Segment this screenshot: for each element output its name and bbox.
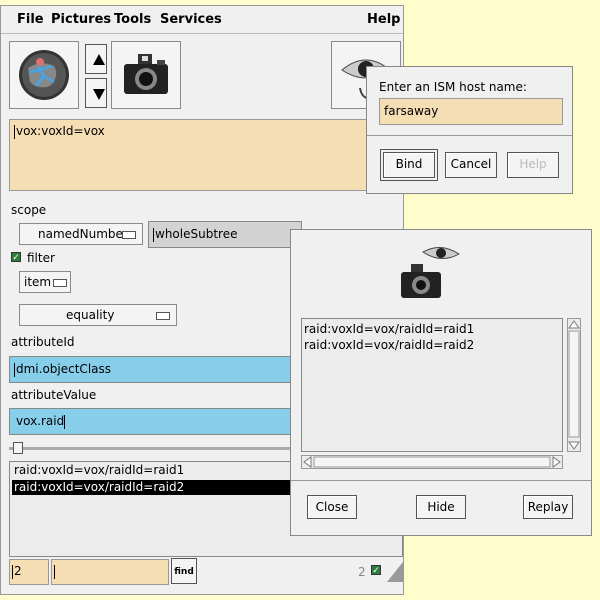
dialog-divider xyxy=(291,480,591,481)
scope-label: scope xyxy=(11,203,47,217)
result-item-1[interactable]: raid:voxId=vox/raidId=raid1 xyxy=(12,463,186,478)
result-dialog-item-1[interactable]: raid:voxId=vox/raidId=raid1 xyxy=(304,322,474,336)
dialog-divider xyxy=(367,135,572,136)
find-button[interactable]: find xyxy=(171,558,197,584)
hide-button[interactable]: Hide xyxy=(416,495,466,519)
option-menu-icon xyxy=(156,312,170,320)
attribute-id-text: dmi.objectClass xyxy=(16,362,112,376)
scroll-arrows-icon xyxy=(568,320,580,450)
cancel-button[interactable]: Cancel xyxy=(445,152,497,178)
text-cursor xyxy=(64,414,66,429)
filter-label: filter xyxy=(27,251,55,265)
text-cursor xyxy=(12,564,13,579)
result-dialog-item-2[interactable]: raid:voxId=vox/raidId=raid2 xyxy=(304,338,474,352)
replay-button[interactable]: Replay xyxy=(523,495,573,519)
find-button-label: find xyxy=(174,567,194,577)
count-field[interactable]: 2 xyxy=(9,559,49,585)
help-button[interactable]: Help xyxy=(507,152,559,178)
bind-button[interactable]: Bind xyxy=(380,149,438,181)
attribute-value-text: vox.raid xyxy=(16,414,65,428)
arrow-down-icon xyxy=(93,89,105,100)
option-menu-icon xyxy=(53,279,67,287)
menu-help[interactable]: Help xyxy=(367,12,400,27)
filter-match-value: equality xyxy=(66,308,115,322)
host-name-input[interactable]: farsaway xyxy=(379,98,563,125)
menu-services[interactable]: Services xyxy=(160,12,222,27)
scroll-up-button[interactable] xyxy=(85,44,107,74)
scope-option-menu[interactable]: namedNumbers xyxy=(19,223,143,245)
text-cursor xyxy=(153,227,154,242)
camera-eye-icon xyxy=(401,247,460,298)
text-cursor xyxy=(54,564,55,579)
arrow-up-icon xyxy=(93,54,105,65)
host-name-dialog: Enter an ISM host name: farsaway Bind Ca… xyxy=(366,66,573,194)
scope-value-text: wholeSubtree xyxy=(155,227,238,241)
result-dialog: raid:voxId=vox/raidId=raid1 raid:voxId=v… xyxy=(290,229,592,536)
text-cursor xyxy=(14,124,15,139)
option-menu-icon xyxy=(122,231,136,239)
scroll-arrows-horizontal-icon xyxy=(303,456,561,468)
find-field[interactable] xyxy=(51,559,169,585)
globe-button[interactable] xyxy=(9,41,79,109)
status-checkbox[interactable]: ✓ xyxy=(371,565,381,576)
attribute-id-label: attributeId xyxy=(11,335,75,349)
results-slider-handle[interactable] xyxy=(13,442,23,454)
camera-icon xyxy=(124,54,168,94)
scope-option-value: namedNumbers xyxy=(38,227,135,241)
vertical-scrollbar[interactable] xyxy=(567,318,581,452)
search-filter-text: vox:voxId=vox xyxy=(16,124,105,138)
globe-runner-icon xyxy=(19,50,69,100)
search-filter-input[interactable]: vox:voxId=vox xyxy=(9,119,403,191)
filter-item-option-menu[interactable]: item xyxy=(19,271,71,293)
attribute-value-label: attributeValue xyxy=(11,388,97,402)
result-dialog-list: raid:voxId=vox/raidId=raid1 raid:voxId=v… xyxy=(301,318,563,452)
horizontal-scrollbar[interactable] xyxy=(301,455,563,469)
filter-match-option-menu[interactable]: equality xyxy=(19,304,177,326)
host-name-text: farsaway xyxy=(384,104,439,118)
text-cursor xyxy=(14,362,15,377)
resize-grip-icon[interactable] xyxy=(387,562,403,582)
scroll-down-button[interactable] xyxy=(85,78,107,108)
filter-checkbox[interactable]: ✓ xyxy=(11,252,21,263)
host-prompt-label: Enter an ISM host name: xyxy=(379,80,527,94)
count-value: 2 xyxy=(14,564,22,578)
scope-value-field[interactable]: wholeSubtree xyxy=(148,221,302,248)
menu-bar: File Pictures Tools Services Help xyxy=(1,6,403,34)
status-count: 2 xyxy=(358,565,366,579)
close-button[interactable]: Close xyxy=(307,495,357,519)
menu-pictures[interactable]: Pictures xyxy=(51,12,111,27)
menu-tools[interactable]: Tools xyxy=(114,12,151,27)
camera-button[interactable] xyxy=(111,41,181,109)
filter-item-value: item xyxy=(24,275,52,289)
menu-file[interactable]: File xyxy=(17,12,44,27)
